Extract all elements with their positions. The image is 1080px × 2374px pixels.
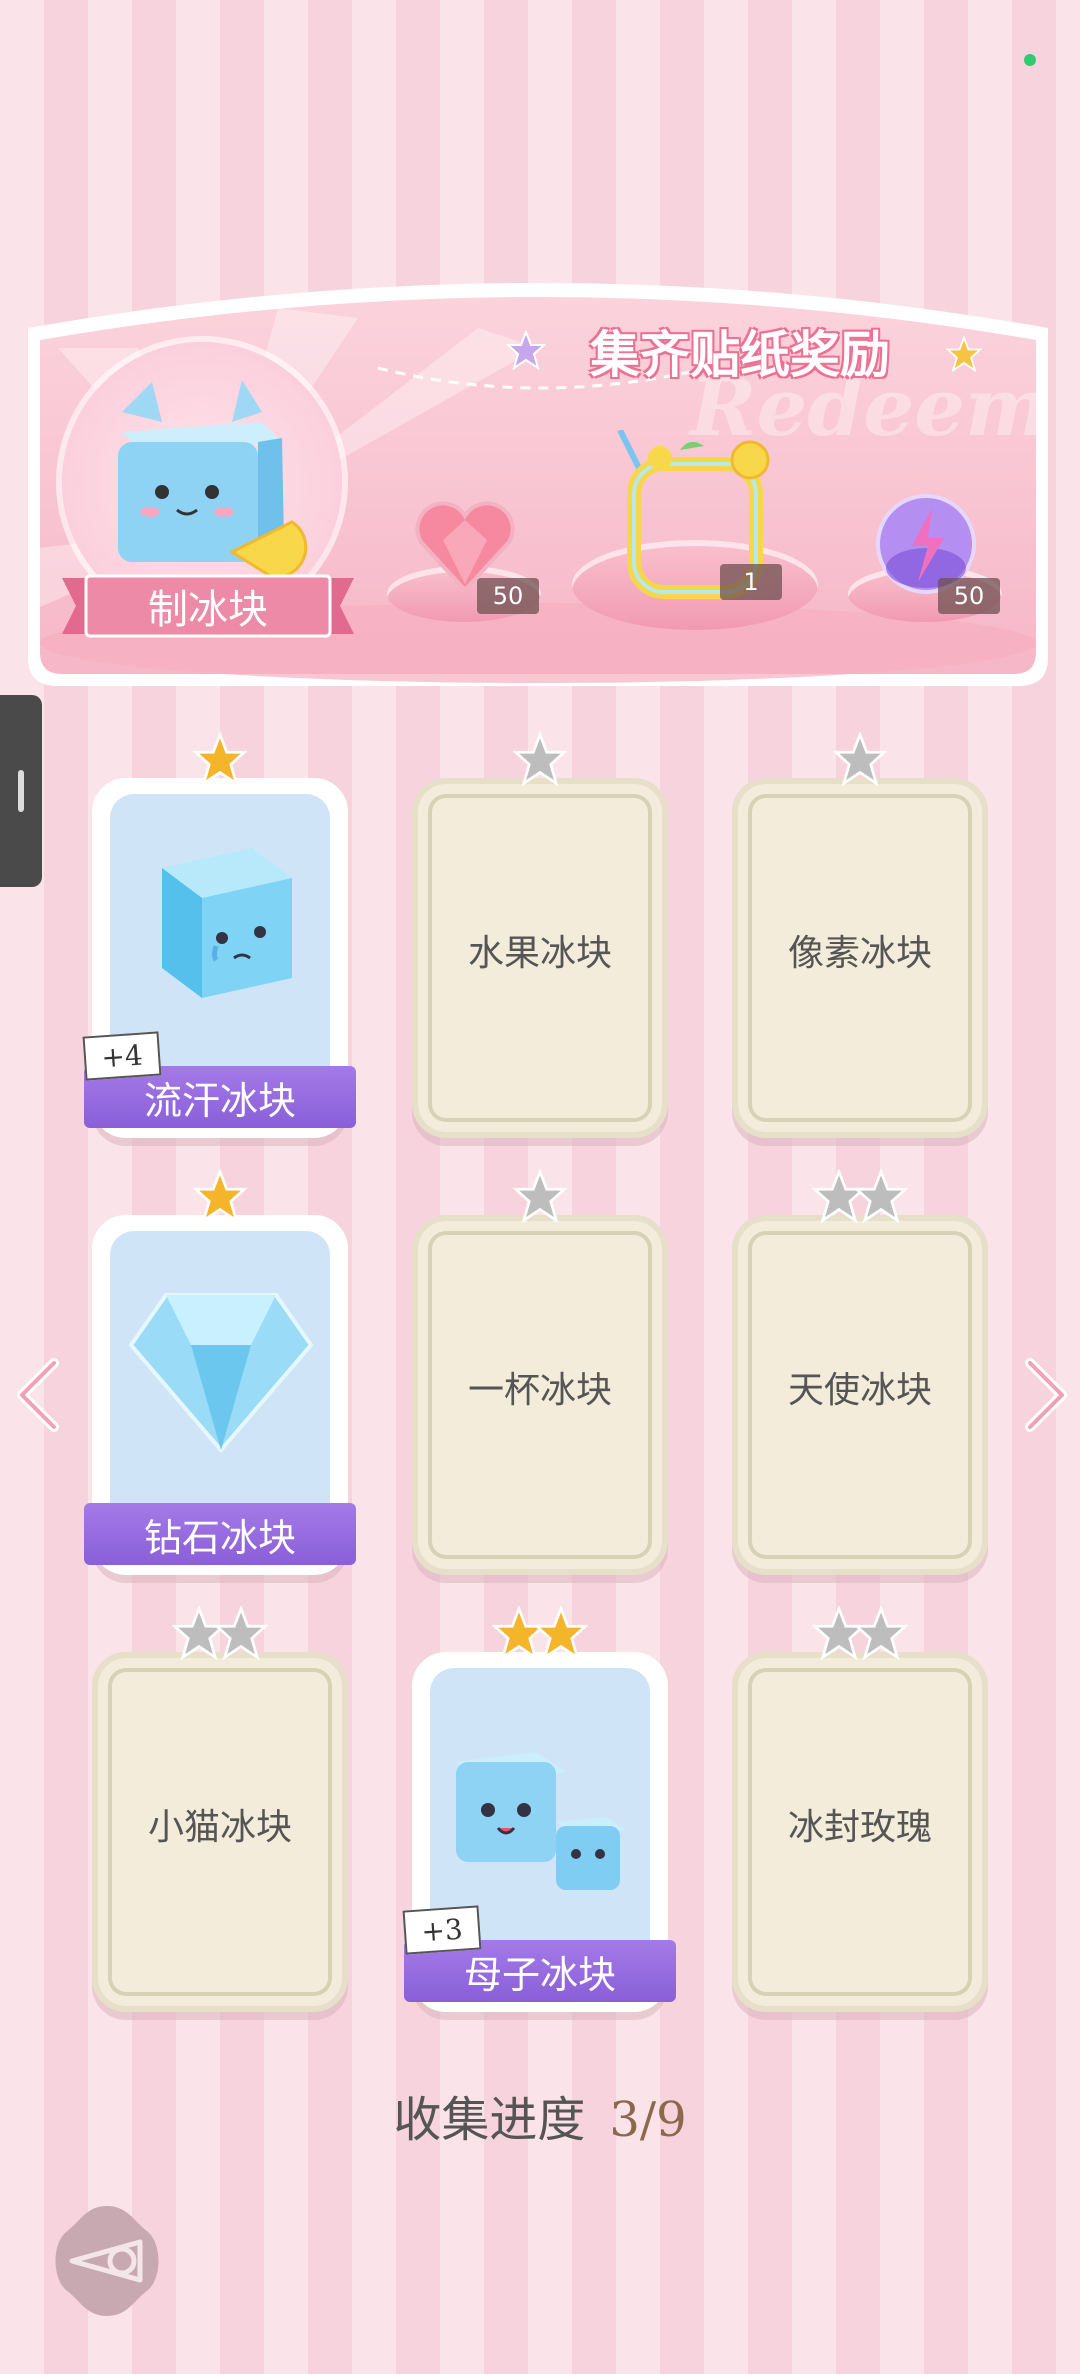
sticker-card-sweat-ice[interactable]: +4 流汗冰块: [82, 732, 356, 1138]
sticker-card-frozen-rose[interactable]: 冰封玫瑰: [732, 1606, 988, 2012]
sticker-card-pixel-ice[interactable]: 像素冰块: [732, 732, 988, 1138]
card-name: 水果冰块: [467, 933, 612, 974]
star-rating: [412, 732, 668, 788]
status-indicator-dot: [1024, 54, 1036, 66]
star-rating: [732, 732, 988, 788]
star-rating: [92, 732, 348, 788]
star-rating: [732, 1606, 988, 1662]
count-badge: +3: [402, 1905, 482, 1955]
gold-star-icon: [946, 336, 982, 372]
star-rating: [732, 1169, 988, 1225]
card-name: 冰封玫瑰: [787, 1807, 932, 1848]
sad-ice-cube-icon: [162, 848, 292, 998]
star-rating: [92, 1169, 348, 1225]
card-name: 像素冰块: [787, 933, 932, 974]
card-name: 一杯冰块: [467, 1370, 612, 1411]
collection-progress: 收集进度 3/9: [0, 2080, 1080, 2150]
back-button[interactable]: [48, 2202, 166, 2320]
card-name: 天使冰块: [787, 1370, 932, 1411]
mother-child-ice-icon: [456, 1752, 626, 1890]
star-rating: [92, 1606, 348, 1662]
card-name-ribbon: 钻石冰块: [84, 1503, 356, 1565]
sticker-card-kitten-ice[interactable]: 小猫冰块: [92, 1606, 348, 2012]
silver-star-icon: [854, 1169, 908, 1223]
make-ice-label: 制冰块: [148, 587, 268, 633]
sticker-card-cup-ice[interactable]: 一杯冰块: [412, 1169, 668, 1575]
reward-purple-orb[interactable]: 50: [846, 490, 1006, 630]
prev-page-arrow-icon[interactable]: [14, 1355, 64, 1435]
banner-title: 集齐贴纸奖励: [590, 326, 890, 384]
silver-star-icon: [513, 1169, 567, 1223]
star-rating: [412, 1606, 668, 1662]
silver-star-icon: [214, 1606, 268, 1660]
reward-heart-gem[interactable]: 50: [385, 500, 545, 630]
card-name: 小猫冰块: [147, 1807, 292, 1848]
reward-lemon-drink-frame[interactable]: 1: [570, 430, 820, 640]
count-badge: +4: [82, 1031, 162, 1081]
sticker-card-diamond-ice[interactable]: 钻石冰块: [84, 1169, 356, 1575]
reward-qty: 1: [720, 564, 782, 600]
next-page-arrow-icon[interactable]: [1020, 1355, 1070, 1435]
lavender-star-icon: [506, 330, 546, 370]
star-rating: [412, 1169, 668, 1225]
gold-star-icon: [193, 1169, 247, 1223]
reward-qty: 50: [477, 578, 539, 614]
progress-value: 3/9: [609, 2092, 687, 2148]
make-ice-button[interactable]: 制冰块: [62, 572, 354, 640]
sticker-card-fruit-ice[interactable]: 水果冰块: [412, 732, 668, 1138]
gold-star-icon: [193, 732, 247, 786]
gold-star-icon: [534, 1606, 588, 1660]
diamond-ice-icon: [128, 1293, 314, 1454]
silver-star-icon: [513, 732, 567, 786]
handle-bar: [18, 770, 24, 812]
sticker-card-angel-ice[interactable]: 天使冰块: [732, 1169, 988, 1575]
side-drawer-handle[interactable]: [0, 695, 42, 887]
silver-star-icon: [854, 1606, 908, 1660]
progress-label: 收集进度: [393, 2092, 586, 2148]
reward-qty: 50: [938, 578, 1000, 614]
sticker-card-mother-child-ice[interactable]: +3 母子冰块: [402, 1606, 676, 2012]
silver-star-icon: [833, 732, 887, 786]
